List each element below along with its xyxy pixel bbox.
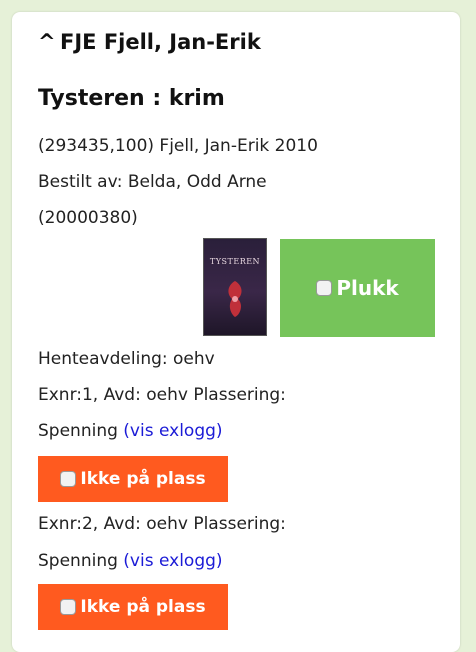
plukk-checkbox-icon[interactable] bbox=[316, 280, 333, 296]
author-heading-text: FJE Fjell, Jan-Erik bbox=[60, 30, 261, 54]
pickup-branch: Henteavdeling: oehv bbox=[38, 349, 215, 369]
copy-2-location: Spenning bbox=[38, 551, 124, 571]
cover-title-text: TYSTEREN bbox=[209, 257, 261, 266]
caret-up-icon: ^ bbox=[38, 30, 56, 54]
copy-2-not-in-place-button[interactable]: Ikke på plass bbox=[38, 584, 228, 630]
book-title: Tysteren : krim bbox=[38, 86, 225, 111]
copy-2-not-in-place-label: Ikke på plass bbox=[80, 597, 206, 617]
ordered-by: Bestilt av: Belda, Odd Arne bbox=[38, 172, 267, 192]
copy-1-log-link[interactable]: (vis exlogg) bbox=[123, 421, 222, 441]
copy-2-location-row: Spenning (vis exlogg) bbox=[38, 551, 223, 571]
cover-figure-icon bbox=[228, 281, 242, 317]
author-heading-toggle[interactable]: ^ FJE Fjell, Jan-Erik bbox=[38, 30, 261, 54]
copy-1-not-in-place-button[interactable]: Ikke på plass bbox=[38, 456, 228, 502]
copy-1-location-row: Spenning (vis exlogg) bbox=[38, 421, 223, 441]
plukk-label: Plukk bbox=[336, 276, 399, 300]
book-cover: TYSTEREN bbox=[203, 238, 267, 336]
copy-1-checkbox-icon[interactable] bbox=[60, 471, 77, 487]
copy-1-info: Exnr:1, Avd: oehv Plassering: bbox=[38, 385, 286, 405]
copy-2-log-link[interactable]: (vis exlogg) bbox=[123, 551, 222, 571]
copy-1-location: Spenning bbox=[38, 421, 124, 441]
copy-2-checkbox-icon[interactable] bbox=[60, 599, 77, 615]
copy-2-info: Exnr:2, Avd: oehv Plassering: bbox=[38, 514, 286, 534]
ordered-id: (20000380) bbox=[38, 208, 138, 228]
copy-1-not-in-place-label: Ikke på plass bbox=[80, 469, 206, 489]
record-line: (293435,100) Fjell, Jan-Erik 2010 bbox=[38, 136, 318, 156]
plukk-button[interactable]: Plukk bbox=[280, 239, 435, 337]
